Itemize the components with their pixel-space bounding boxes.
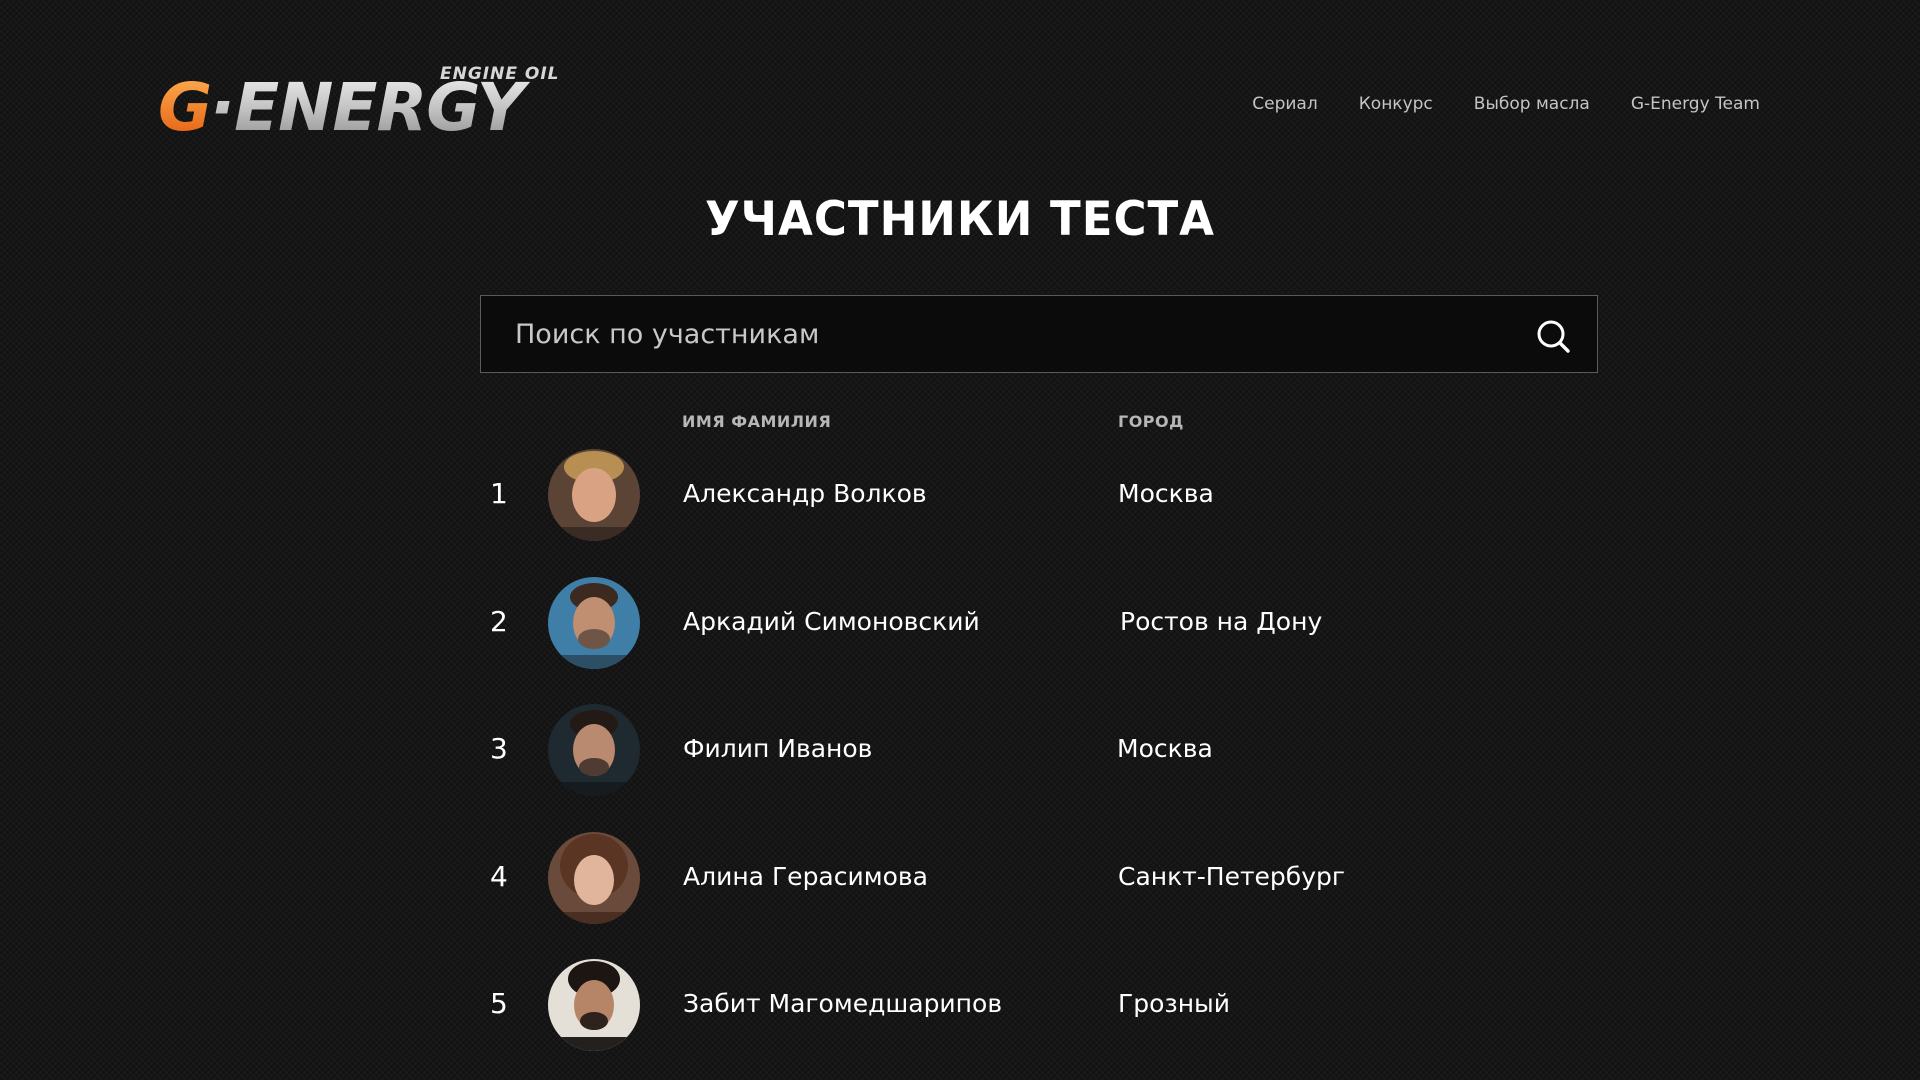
nav-item-serial[interactable]: Сериал [1252,94,1317,114]
participant-rank: 4 [490,860,508,893]
participant-name: Александр Волков [683,479,927,508]
avatar-photo [548,449,640,541]
participant-name: Алина Герасимова [683,862,928,891]
column-header-city: ГОРОД [1118,412,1184,431]
logo-energy-word: ·ENERGY [210,69,531,146]
participant-name: Филип Иванов [683,734,873,763]
participant-row[interactable]: 5 Забит Магомедшарипов Грозный [480,957,1598,1053]
participant-rank: 5 [490,987,508,1020]
participant-city: Москва [1118,479,1214,508]
participant-row[interactable]: 2 Аркадий Симоновский Ростов на Дону [480,575,1598,671]
participant-city: Ростов на Дону [1120,607,1323,636]
avatar-photo [548,832,640,924]
participant-city: Грозный [1118,989,1231,1018]
participant-city: Санкт-Петербург [1118,862,1346,891]
participant-row[interactable]: 4 Алина Герасимова Санкт-Петербург [480,830,1598,926]
participant-rank: 2 [490,605,508,638]
search-input[interactable] [481,296,1597,372]
avatar-photo [548,959,640,1051]
logo-g-letter: G [158,69,212,146]
participant-rank: 3 [490,732,508,765]
participant-row[interactable]: 3 Филип Иванов Москва [480,702,1598,798]
nav-item-g-energy-team[interactable]: G-Energy Team [1631,94,1760,114]
avatar-photo [548,577,640,669]
main-nav: Сериал Конкурс Выбор масла G-Energy Team [1252,94,1760,114]
search-box [480,295,1598,373]
avatar-photo [548,704,640,796]
search-icon[interactable] [1535,318,1571,354]
g-energy-logo[interactable]: ENGINE OIL G ·ENERGY [158,58,598,148]
participant-city: Москва [1117,734,1213,763]
participant-name: Забит Магомедшарипов [683,989,1003,1018]
participant-name: Аркадий Симоновский [683,607,980,636]
column-header-name: ИМЯ ФАМИЛИЯ [682,412,832,431]
nav-item-oil-selection[interactable]: Выбор масла [1474,94,1590,114]
page-title: УЧАСТНИКИ ТЕСТА [704,190,1216,247]
participants-list: 1 Александр Волков Москва 2 Аркадий Симо… [0,0,1920,1080]
participant-row[interactable]: 1 Александр Волков Москва [480,447,1598,543]
participant-rank: 1 [490,477,508,510]
nav-item-contest[interactable]: Конкурс [1359,94,1433,114]
